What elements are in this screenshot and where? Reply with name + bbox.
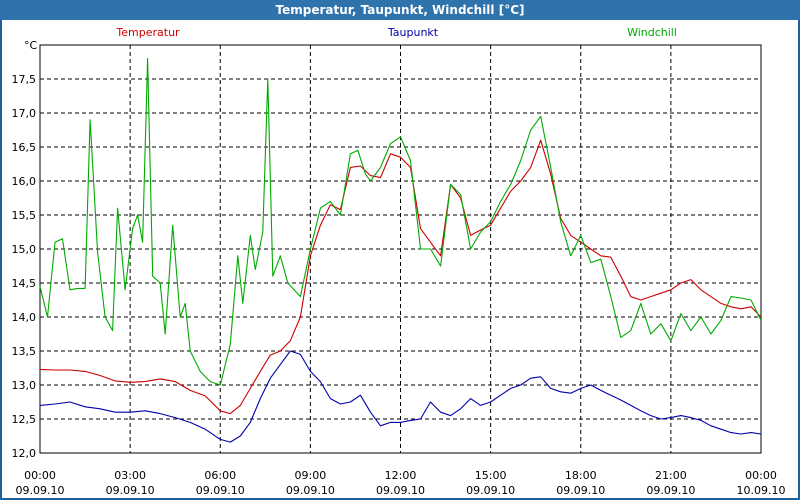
y-axis-ticks: 12,0 12,5 13,0 13,5 14,0 14,5 15,0 15,5 16,0 16,5… (12, 73, 37, 460)
x-tick-time: 12:00 (385, 469, 417, 482)
y-tick-label: 13,5 (12, 345, 37, 358)
x-tick-time: 00:00 (745, 469, 777, 482)
x-tick-date: 09.09.10 (16, 484, 65, 497)
x-tick-date: 09.09.10 (646, 484, 695, 497)
y-tick-label: 17,0 (12, 107, 37, 120)
y-axis-unit: °C (24, 39, 38, 52)
x-tick-time: 09:00 (295, 469, 327, 482)
x-tick-time: 00:00 (24, 469, 56, 482)
y-tick-label: 17,5 (12, 73, 37, 86)
y-tick-label: 15,0 (12, 243, 37, 256)
legend-item-temperatur: Temperatur (115, 26, 180, 39)
legend-item-windchill: Windchill (627, 26, 677, 39)
x-tick-date: 09.09.10 (286, 484, 335, 497)
line-chart: 12,0 12,5 13,0 13,5 14,0 14,5 15,0 15,5 16,0 16,5… (12, 26, 786, 497)
x-tick-date: 09.09.10 (106, 484, 155, 497)
y-tick-label: 12,0 (12, 447, 37, 460)
y-tick-label: 16,0 (12, 175, 37, 188)
x-tick-time: 21:00 (655, 469, 687, 482)
y-tick-label: 12,5 (12, 413, 37, 426)
x-tick-time: 03:00 (114, 469, 146, 482)
legend-item-taupunkt: Taupunkt (387, 26, 439, 39)
x-tick-date: 09.09.10 (196, 484, 245, 497)
x-tick-time: 06:00 (204, 469, 236, 482)
y-tick-label: 13,0 (12, 379, 37, 392)
x-tick-date: 10.09.10 (737, 484, 786, 497)
x-axis-ticks: 00:00 09.09.10 03:00 09.09.10 06:00 09.09.10 0… (16, 469, 786, 497)
y-tick-label: 14,0 (12, 311, 37, 324)
x-tick-date: 09.09.10 (556, 484, 605, 497)
y-tick-label: 14,5 (12, 277, 37, 290)
legend: Temperatur Taupunkt Windchill (115, 26, 677, 39)
x-tick-time: 18:00 (565, 469, 597, 482)
x-tick-date: 09.09.10 (376, 484, 425, 497)
x-tick-date: 09.09.10 (466, 484, 515, 497)
y-tick-label: 15,5 (12, 209, 37, 222)
y-tick-label: 16,5 (12, 141, 37, 154)
x-tick-time: 15:00 (475, 469, 507, 482)
